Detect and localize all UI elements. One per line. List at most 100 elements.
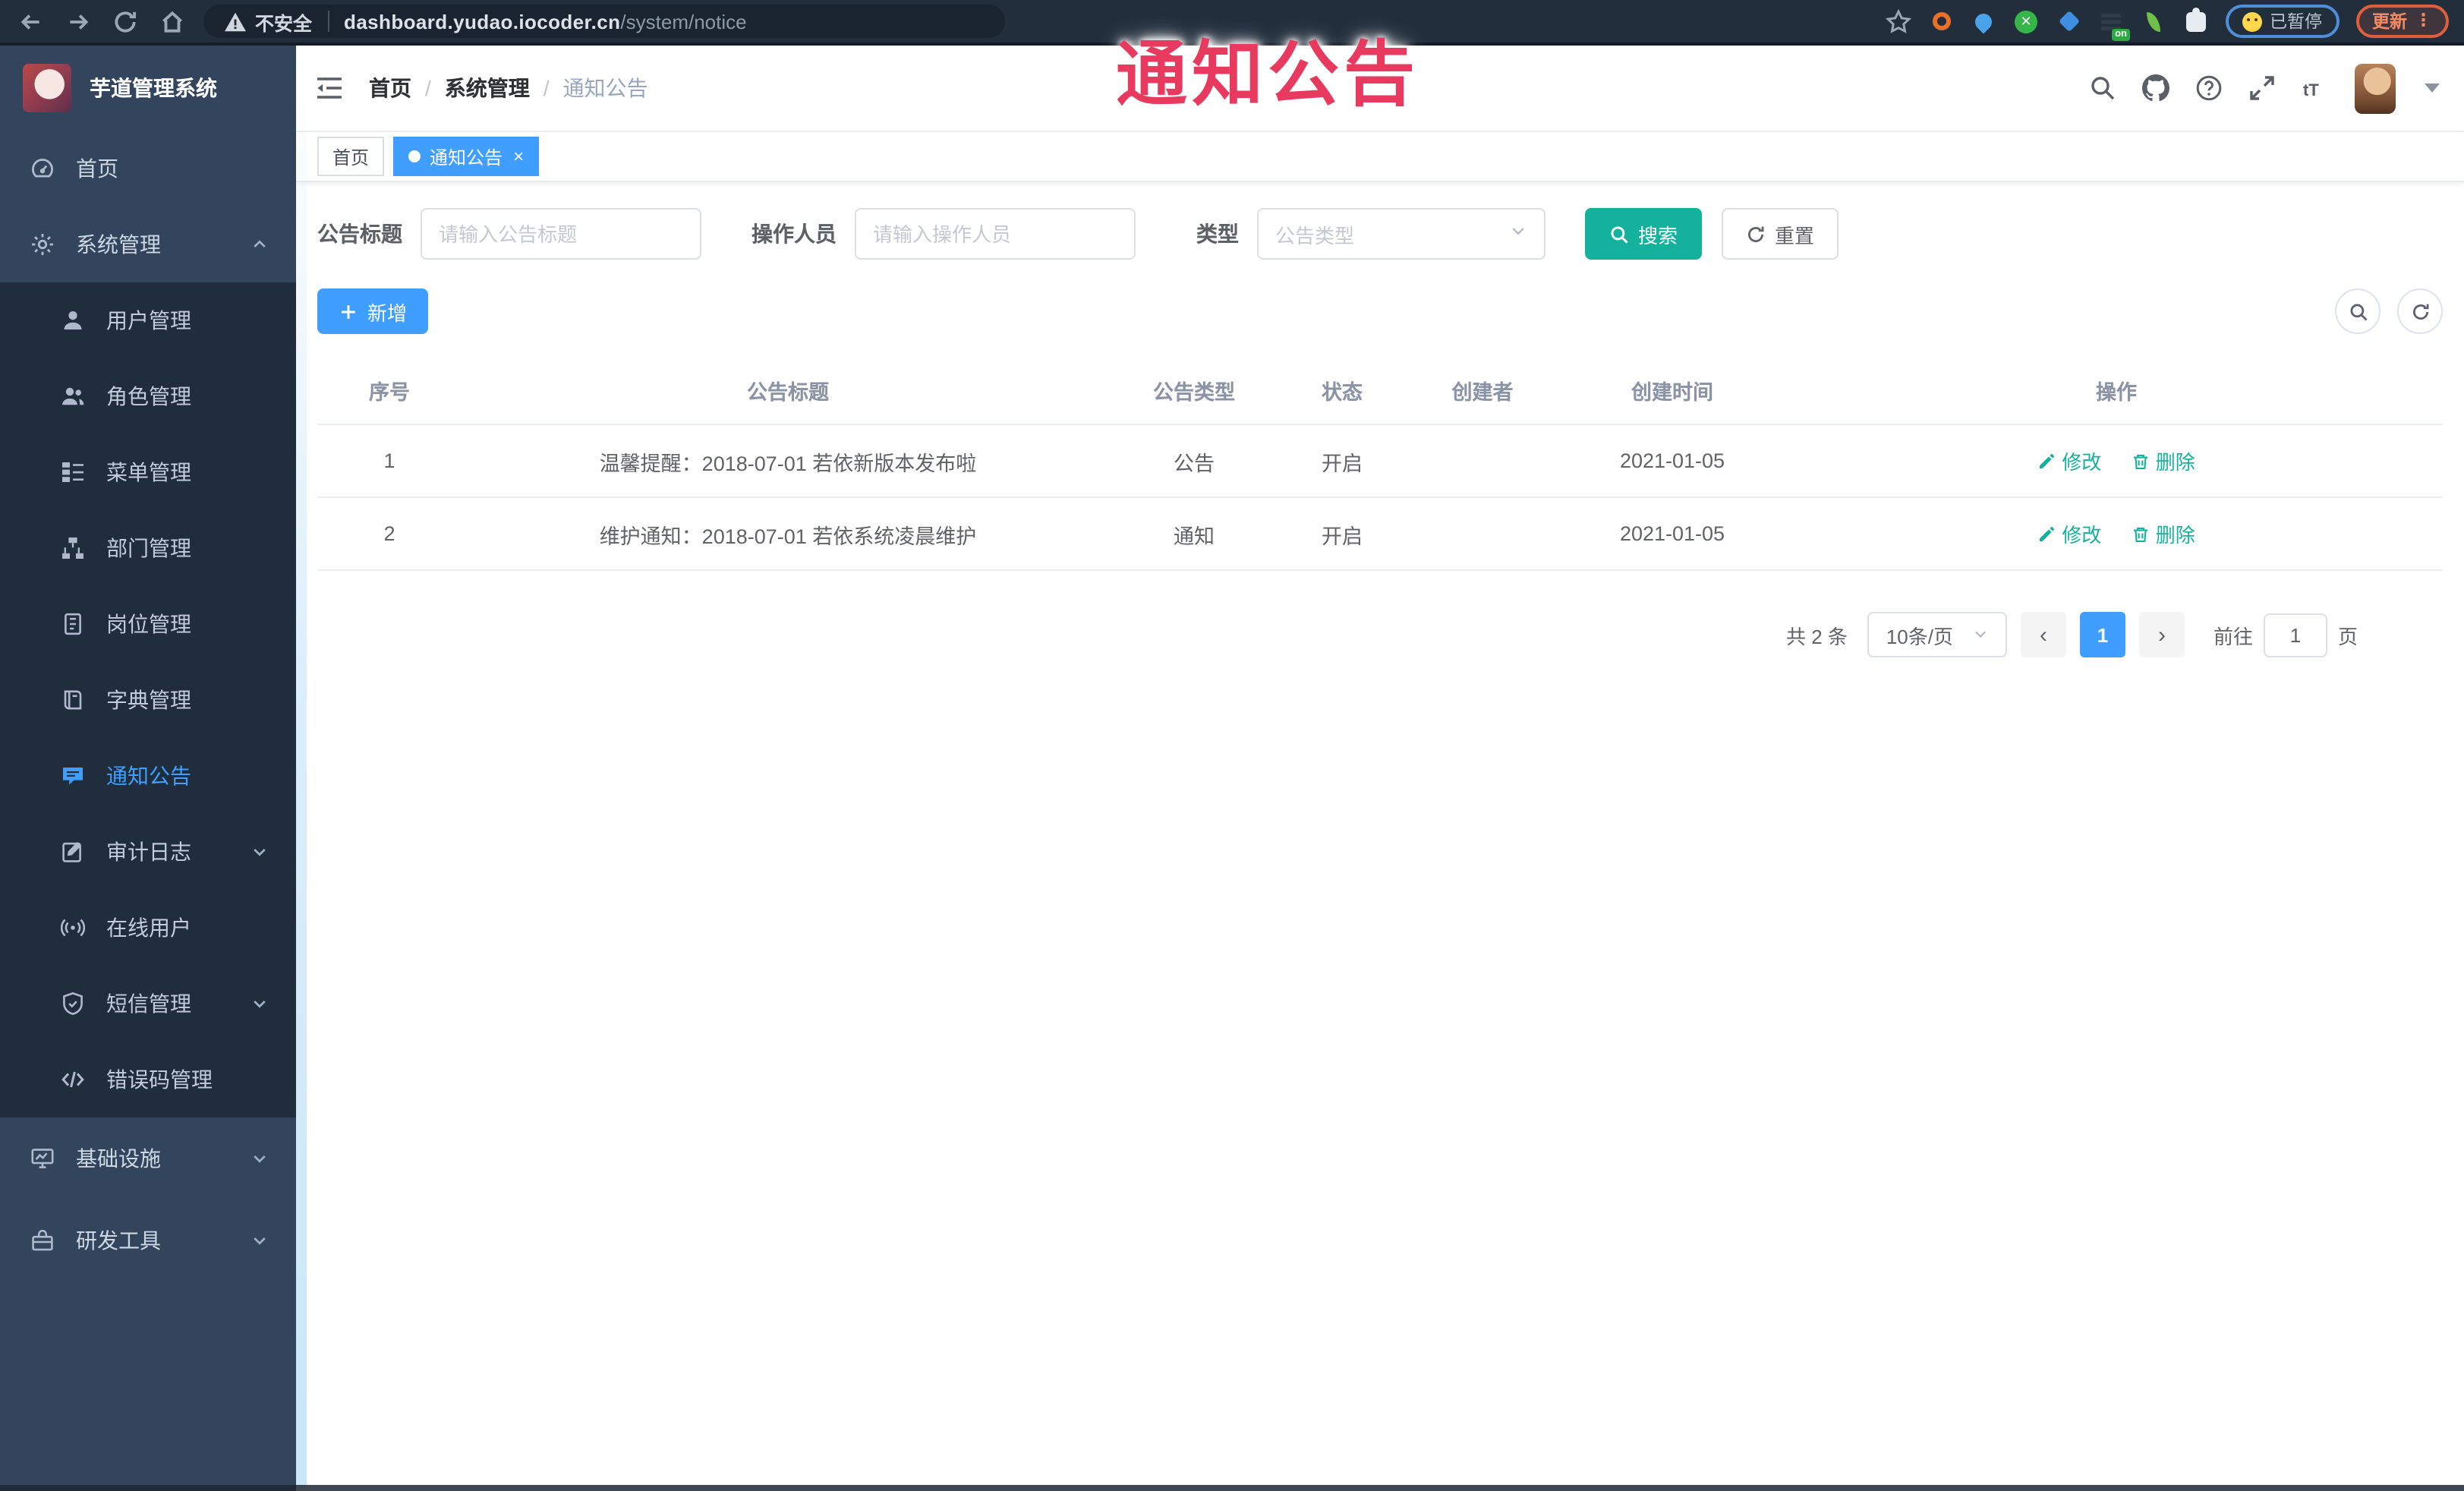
url-path[interactable]: /system/notice — [620, 10, 746, 33]
cell-created: 2021-01-05 — [1619, 522, 1725, 545]
content-scrollbar[interactable] — [296, 47, 307, 1486]
sidebar-item-depts[interactable]: 部门管理 — [0, 510, 296, 586]
refresh-icon — [2412, 303, 2428, 319]
online-signal-icon — [61, 919, 85, 937]
tree-table-icon — [62, 462, 83, 482]
edit-link[interactable]: 修改 — [2037, 519, 2101, 548]
page-1-button[interactable]: 1 — [2079, 612, 2125, 657]
cell-no: 1 — [383, 449, 395, 472]
notice-table: 序号 公告标题 公告类型 状态 创建者 创建时间 操作 1 温馨提醒：2018-… — [317, 355, 2443, 571]
extension-donut-icon[interactable] — [1928, 8, 1954, 34]
cell-status: 开启 — [1322, 452, 1363, 474]
plus-icon — [342, 304, 355, 318]
edit-link-label: 修改 — [2062, 451, 2102, 474]
github-icon[interactable] — [2142, 74, 2169, 102]
extension-bars-icon[interactable]: on — [2098, 8, 2130, 40]
notice-title-input[interactable] — [421, 208, 701, 260]
sidebar-item-online-users[interactable]: 在线用户 — [0, 890, 296, 966]
code-icon — [61, 1071, 84, 1088]
edit-pencil-icon — [2040, 452, 2055, 468]
sidebar-logo[interactable]: 芋道管理系统 — [0, 46, 296, 131]
extension-leaf-icon[interactable] — [2141, 8, 2166, 34]
sidebar-item-infrastructure[interactable]: 基础设施 — [0, 1117, 296, 1199]
extensions-puzzle-icon[interactable] — [2183, 7, 2209, 34]
update-label: 更新 — [2372, 14, 2407, 32]
edit-link[interactable]: 修改 — [2037, 446, 2101, 475]
header-search-icon[interactable] — [2089, 74, 2116, 102]
tag-notice-active[interactable]: 通知公告 × — [393, 137, 540, 176]
message-bubble-icon — [63, 768, 83, 785]
breadcrumb-system[interactable]: 系统管理 — [445, 73, 530, 103]
browser-home-icon[interactable] — [159, 8, 185, 34]
browser-menu-kebab-icon[interactable]: ⋮ — [2415, 13, 2432, 30]
sidebar-item-dev-tools[interactable]: 研发工具 — [0, 1199, 296, 1281]
col-header-creator: 创建者 — [1451, 380, 1514, 403]
browser-update-button[interactable]: 更新 ⋮ — [2355, 5, 2449, 38]
browser-reload-icon[interactable] — [112, 8, 138, 34]
page-size-value: 10条/页 — [1886, 625, 1953, 648]
extension-green-circle-icon[interactable]: ✕ — [2013, 8, 2039, 34]
chevron-down-icon — [250, 843, 269, 861]
security-warning[interactable]: 不安全 — [255, 7, 312, 36]
url-host[interactable]: dashboard.yudao.iocoder.cn — [344, 10, 620, 33]
operator-input[interactable] — [855, 208, 1136, 260]
extension-pin-icon[interactable] — [1971, 8, 1996, 34]
col-header-type: 公告类型 — [1153, 380, 1235, 403]
sidebar-item-users[interactable]: 用户管理 — [0, 282, 296, 358]
sidebar-item-label: 通知公告 — [106, 764, 191, 788]
search-icon — [1611, 225, 1628, 243]
goto-page-input[interactable] — [2263, 613, 2327, 657]
sidebar-item-menus[interactable]: 菜单管理 — [0, 434, 296, 510]
sidebar-item-sms[interactable]: 短信管理 — [0, 966, 296, 1042]
browser-forward-icon[interactable] — [65, 8, 91, 34]
sidebar-item-label: 角色管理 — [106, 384, 191, 408]
breadcrumb-home[interactable]: 首页 — [369, 73, 411, 103]
tag-close-icon[interactable]: × — [513, 147, 524, 165]
user-avatar[interactable] — [2355, 63, 2396, 113]
col-header-status: 状态 — [1322, 380, 1363, 403]
not-secure-icon — [225, 11, 246, 31]
font-size-icon[interactable]: tT — [2302, 74, 2329, 102]
sidebar-item-home[interactable]: 首页 — [0, 131, 296, 206]
delete-link-label: 删除 — [2155, 451, 2195, 474]
sidebar-item-error-codes[interactable]: 错误码管理 — [0, 1042, 296, 1117]
sidebar-toggle-hamburger-icon[interactable] — [314, 73, 345, 103]
help-question-icon[interactable] — [2195, 74, 2223, 102]
add-button-label: 新增 — [367, 301, 408, 324]
address-bar[interactable]: 不安全 dashboard.yudao.iocoder.cn/system/no… — [203, 5, 1005, 38]
toggle-search-circle-button[interactable] — [2335, 288, 2381, 334]
add-button[interactable]: 新增 — [317, 288, 429, 334]
tag-home[interactable]: 首页 — [317, 137, 385, 176]
profile-paused-chip[interactable]: 已暂停 — [2226, 5, 2339, 38]
reset-button[interactable]: 重置 — [1722, 208, 1839, 260]
delete-link[interactable]: 删除 — [2132, 446, 2195, 475]
browser-back-icon[interactable] — [18, 8, 44, 34]
refresh-circle-button[interactable] — [2397, 288, 2443, 334]
prev-page-button[interactable]: ‹ — [2020, 612, 2066, 657]
peoples-icon — [62, 387, 84, 405]
sidebar-item-dict[interactable]: 字典管理 — [0, 662, 296, 738]
goto-prefix: 前往 — [2213, 625, 2253, 648]
filter-operator-label: 操作人员 — [751, 222, 837, 246]
sidebar-submenu-system: 用户管理 角色管理 菜单管理 部门管理 岗位管理 字典管理 通知公告 审计日志 … — [0, 282, 296, 1117]
log-pencil-icon — [62, 842, 81, 862]
sidebar-item-roles[interactable]: 角色管理 — [0, 358, 296, 434]
sidebar-item-posts[interactable]: 岗位管理 — [0, 586, 296, 662]
fullscreen-icon[interactable] — [2248, 74, 2276, 102]
cell-title: 温馨提醒：2018-07-01 若依新版本发布啦 — [599, 452, 977, 474]
sidebar-item-system[interactable]: 系统管理 — [0, 206, 296, 282]
sidebar-item-label: 短信管理 — [106, 991, 191, 1016]
avatar-caret-down-icon[interactable] — [2425, 84, 2440, 93]
notice-type-select[interactable]: 公告类型 — [1257, 208, 1546, 260]
sidebar-item-audit-log[interactable]: 审计日志 — [0, 814, 296, 890]
gear-icon — [32, 234, 53, 255]
delete-link[interactable]: 删除 — [2132, 519, 2195, 548]
bookmark-star-icon[interactable] — [1886, 8, 1911, 34]
page-size-select[interactable]: 10条/页 — [1867, 612, 2007, 657]
extension-diamond-icon[interactable] — [2056, 8, 2081, 34]
cell-created: 2021-01-05 — [1619, 449, 1725, 472]
search-button[interactable]: 搜索 — [1585, 208, 1703, 260]
sidebar-item-notice[interactable]: 通知公告 — [0, 738, 296, 814]
next-page-button[interactable]: › — [2138, 612, 2185, 657]
paused-label: 已暂停 — [2270, 14, 2322, 32]
